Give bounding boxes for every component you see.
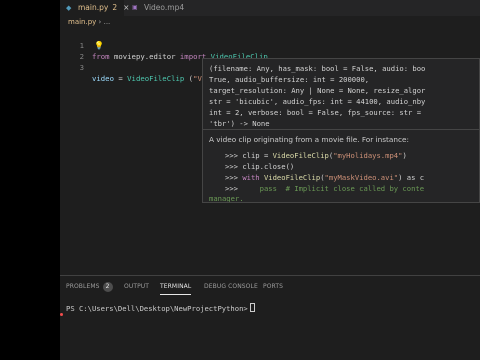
breadcrumb-more[interactable]: ...	[104, 18, 111, 26]
tab-label: main.py	[78, 3, 109, 12]
terminal-cursor	[249, 303, 255, 312]
panel-tab-terminal[interactable]: TERMINAL	[160, 282, 192, 295]
signature-line: target_resolution: Any | None = None, re…	[209, 86, 426, 95]
vscode-window: ◆ main.py 2 × ▣ Video.mp4 main.py › ... 1 fr…	[60, 0, 480, 360]
problems-count-badge: 2	[112, 3, 118, 12]
tab-label: Video.mp4	[144, 3, 185, 12]
example-line: manager.	[209, 194, 244, 203]
variable-video: video	[92, 74, 114, 83]
signature-line: 'tbr') -> None	[209, 119, 270, 128]
hover-tooltip: (filename: Any, has_mask: bool = False, …	[202, 58, 480, 203]
breadcrumb-separator: ›	[98, 18, 102, 26]
breadcrumb-file[interactable]: main.py	[68, 18, 96, 26]
editor-tab-bar: ◆ main.py 2 × ▣ Video.mp4	[60, 0, 480, 16]
problems-badge: 2	[102, 282, 113, 292]
class-call: VideoFileClip	[127, 74, 185, 83]
tab-video-mp4[interactable]: ▣ Video.mp4	[126, 0, 192, 16]
divider	[203, 129, 479, 130]
panel-tab-debug-console[interactable]: DEBUG CONSOLE	[204, 282, 258, 292]
tab-main-py[interactable]: ◆ main.py 2 ×	[60, 0, 129, 16]
lightbulb-icon[interactable]: 💡	[94, 41, 104, 50]
operator: =	[113, 74, 128, 83]
panel-tab-output[interactable]: OUTPUT	[124, 282, 149, 292]
example-line: >>> clip.close()	[225, 162, 295, 171]
signature-line: True, audio_buffersize: int = 200000,	[209, 75, 370, 84]
signature-line: str = 'bicubic', audio_fps: int = 44100,…	[209, 97, 426, 106]
line-number: 3	[79, 63, 84, 72]
hover-description: A video clip originating from a movie fi…	[209, 135, 409, 144]
signature-line: (filename: Any, has_mask: bool = False, …	[209, 64, 426, 73]
terminal-prompt[interactable]: PS C:\Users\Dell\Desktop\NewProjectPytho…	[66, 303, 255, 314]
python-file-icon: ◆	[66, 4, 72, 12]
bottom-panel: PROBLEMS 2 OUTPUT TERMINAL DEBUG CONSOLE …	[60, 275, 480, 360]
code-line: 1 from moviepy.editor import VideoFileCl…	[60, 29, 480, 61]
example-line: >>> pass # Implicit close called by cont…	[225, 184, 425, 193]
example-line: >>> with VideoFileClip("myMaskVideo.avi"…	[225, 173, 425, 182]
panel-tab-problems[interactable]: PROBLEMS 2	[66, 282, 113, 292]
panel-tab-ports[interactable]: PORTS	[263, 282, 283, 292]
signature-line: int = 2, verbose: bool = False, fps_sour…	[209, 108, 422, 117]
video-file-icon: ▣	[132, 4, 138, 11]
open-paren: (	[184, 74, 194, 83]
example-line: >>> clip = VideoFileClip("myHolidays.mp4…	[225, 151, 407, 160]
error-dot-icon	[60, 313, 63, 316]
code-line: 2 💡	[60, 40, 480, 61]
breadcrumb: main.py › ...	[60, 16, 480, 28]
